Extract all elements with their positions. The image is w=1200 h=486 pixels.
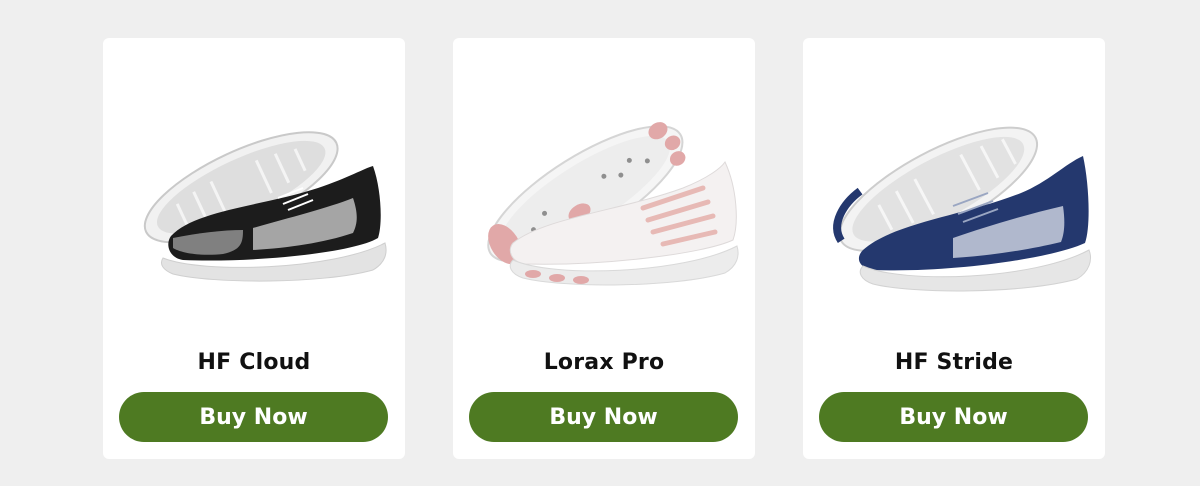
buy-now-button[interactable]: Buy Now: [119, 392, 388, 442]
product-name[interactable]: HF Cloud: [103, 350, 405, 375]
shoe-image-lorax-pro[interactable]: [453, 38, 755, 338]
product-name[interactable]: HF Stride: [803, 350, 1105, 375]
buy-now-button[interactable]: Buy Now: [469, 392, 738, 442]
product-card-hf-stride: HF Stride Buy Now: [803, 38, 1105, 459]
product-card-hf-cloud: HF Cloud Buy Now: [103, 38, 405, 459]
product-card-lorax-pro: Lorax Pro Buy Now: [453, 38, 755, 459]
product-name[interactable]: Lorax Pro: [453, 350, 755, 375]
shoe-image-hf-cloud[interactable]: [103, 38, 405, 338]
buy-now-button[interactable]: Buy Now: [819, 392, 1088, 442]
shoe-image-hf-stride[interactable]: [803, 38, 1105, 338]
